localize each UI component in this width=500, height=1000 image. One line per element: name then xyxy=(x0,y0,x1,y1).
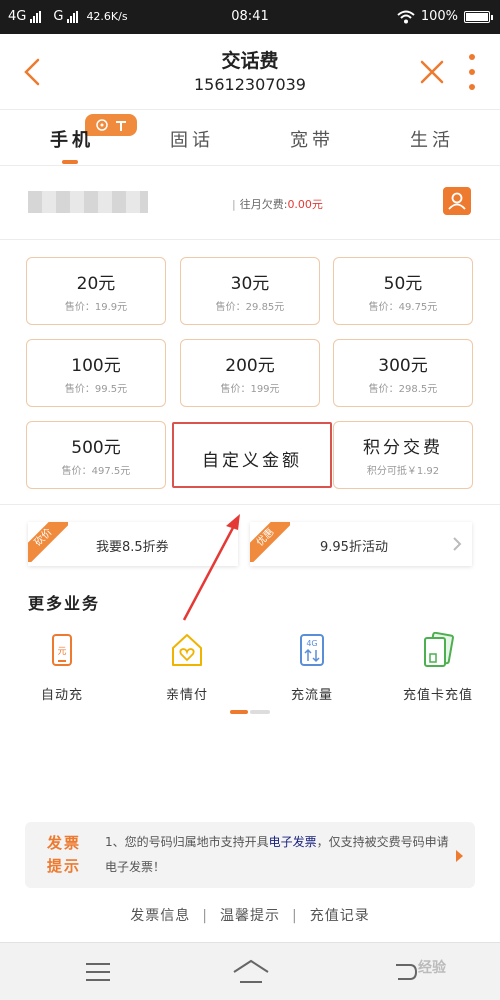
service-data-recharge[interactable]: 4G 充流量 xyxy=(262,632,362,703)
amount-price: 售价：99.5元 xyxy=(64,384,128,395)
chevron-right-icon xyxy=(456,850,463,862)
amount-card-30[interactable]: 30元 售价：29.85元 xyxy=(180,257,320,325)
home-icon[interactable] xyxy=(232,959,270,985)
service-family-pay[interactable]: 亲情付 xyxy=(137,632,237,703)
active-tab-indicator xyxy=(62,160,78,164)
divider xyxy=(0,504,500,505)
recharge-card-icon xyxy=(424,631,454,667)
back-icon[interactable] xyxy=(392,959,418,985)
promo-ribbon: 砍价 xyxy=(28,522,68,562)
points-payment-card[interactable]: 积分交费 积分可抵￥1.92 xyxy=(333,421,473,489)
more-menu-icon[interactable] xyxy=(466,54,478,90)
amount-price: 售价：298.5元 xyxy=(368,384,438,395)
amount-card-50[interactable]: 50元 售价：49.75元 xyxy=(333,257,473,325)
page-indicator xyxy=(230,710,270,714)
arrears-amount: 0.00元 xyxy=(287,198,323,211)
footer-links: 发票信息 | 温馨提示 | 充值记录 xyxy=(130,908,370,924)
account-row: | 往月欠费:0.00元 xyxy=(0,166,500,240)
link-recharge-history[interactable]: 充值记录 xyxy=(310,908,370,924)
amount-price: 售价：19.9元 xyxy=(64,302,128,313)
battery-icon xyxy=(464,10,493,23)
contacts-icon[interactable] xyxy=(443,187,471,215)
points-subtitle: 积分可抵￥1.92 xyxy=(366,466,440,477)
app-header: 交话费 15612307039 xyxy=(0,34,500,110)
service-label: 自动充 xyxy=(40,688,83,703)
data-4g-icon: 4G xyxy=(300,634,324,666)
amount-price: 售价：29.85元 xyxy=(215,302,285,313)
amount-value: 20元 xyxy=(76,274,116,294)
promo-discount[interactable]: 优惠 9.95折活动 xyxy=(250,522,472,566)
svg-text:4G: 4G xyxy=(306,639,317,648)
arrears-label: 往月欠费: xyxy=(239,198,288,211)
amount-price: 售价：199元 xyxy=(220,384,280,395)
arrears-info: | 往月欠费:0.00元 xyxy=(232,198,323,211)
close-icon[interactable] xyxy=(418,58,446,86)
amount-card-500[interactable]: 500元 售价：497.5元 xyxy=(26,421,166,489)
service-card-recharge[interactable]: 充值卡充值 xyxy=(388,631,488,703)
service-label: 充流量 xyxy=(290,688,333,703)
amount-value: 300元 xyxy=(378,356,428,376)
amount-card-100[interactable]: 100元 售价：99.5元 xyxy=(26,339,166,407)
amount-value: 200元 xyxy=(225,356,275,376)
link-invoice-info[interactable]: 发票信息 xyxy=(130,908,190,924)
tab-landline[interactable]: 固话 xyxy=(152,126,232,152)
amount-value: 100元 xyxy=(71,356,121,376)
service-label: 亲情付 xyxy=(165,688,208,703)
watermark: 经验 xyxy=(418,960,446,976)
custom-amount-label: 自定义金额 xyxy=(202,451,302,471)
tab-mobile[interactable]: 手机 xyxy=(32,126,112,152)
amount-price: 售价：49.75元 xyxy=(368,302,438,313)
invoice-notice[interactable]: 发票提示 1、您的号码归属地市支持开具电子发票，仅支持被交费号码申请电子发票！ xyxy=(25,822,475,888)
amount-price: 售价：497.5元 xyxy=(61,466,131,477)
amount-value: 30元 xyxy=(230,274,270,294)
phone-recharge-icon: 元 xyxy=(52,634,72,666)
notice-tag: 发票提示 xyxy=(47,834,82,875)
status-bar: 4G G 42.6K/s 08:41 100% xyxy=(0,0,500,34)
amount-card-200[interactable]: 200元 售价：199元 xyxy=(180,339,320,407)
link-tips[interactable]: 温馨提示 xyxy=(220,908,280,924)
promo-text: 我要8.5折券 xyxy=(96,540,169,555)
menu-icon[interactable] xyxy=(86,963,110,981)
tab-broadband[interactable]: 宽带 xyxy=(272,126,352,152)
masked-account-number xyxy=(28,191,148,213)
tab-life[interactable]: 生活 xyxy=(392,126,472,152)
svg-text:元: 元 xyxy=(57,647,66,657)
carrier-logo-icon xyxy=(115,121,126,131)
amount-value: 50元 xyxy=(383,274,423,294)
promo-ribbon: 优惠 xyxy=(250,522,290,562)
more-services-title: 更多业务 xyxy=(28,594,101,613)
service-auto-recharge[interactable]: 元 自动充 xyxy=(12,632,112,703)
battery-percent: 100% xyxy=(420,9,458,24)
amount-card-20[interactable]: 20元 售价：19.9元 xyxy=(26,257,166,325)
amount-value: 500元 xyxy=(71,438,121,458)
e-invoice-link[interactable]: 电子发票 xyxy=(269,835,317,849)
promo-text: 9.95折活动 xyxy=(320,540,388,555)
category-tabs: 手机 固话 宽带 生活 xyxy=(0,110,500,166)
family-home-icon xyxy=(172,634,202,666)
wifi-icon xyxy=(397,10,415,23)
chevron-right-icon xyxy=(453,537,462,551)
promo-coupon[interactable]: 砍价 我要8.5折券 xyxy=(28,522,238,566)
notice-text: 1、您的号码归属地市支持开具电子发票，仅支持被交费号码申请电子发票！ xyxy=(105,835,449,874)
system-nav-bar: 经验 xyxy=(0,942,500,1000)
amount-card-300[interactable]: 300元 售价：298.5元 xyxy=(333,339,473,407)
custom-amount-button[interactable]: 自定义金额 xyxy=(172,422,332,488)
points-title: 积分交费 xyxy=(363,438,443,458)
service-label: 充值卡充值 xyxy=(402,688,473,703)
